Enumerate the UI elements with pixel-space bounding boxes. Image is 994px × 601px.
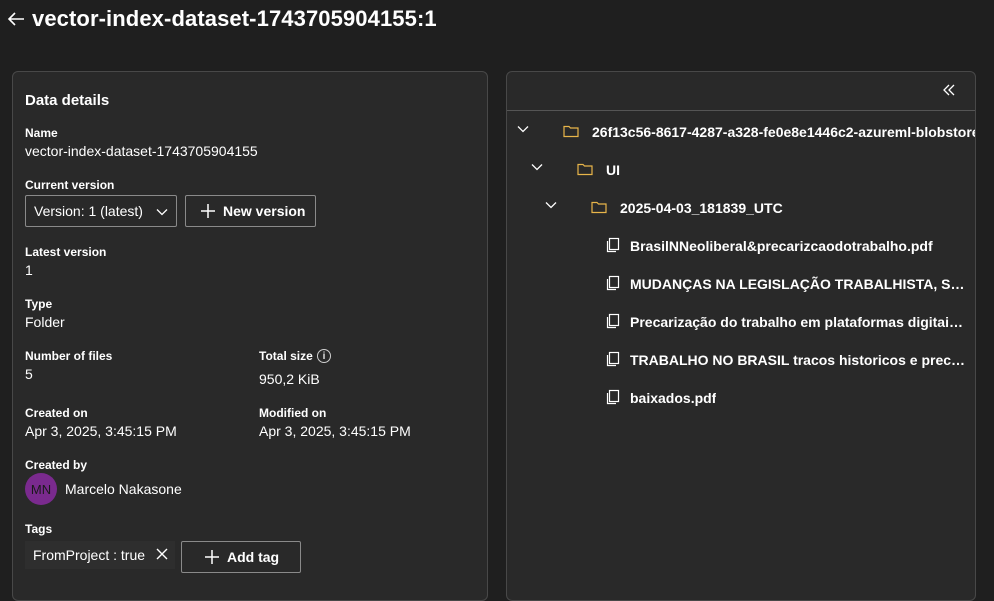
add-tag-label: Add tag	[227, 549, 280, 565]
tree-file-item[interactable]: BrasilNNeoliberal&precarizcaodotrabalho.…	[630, 238, 933, 254]
close-icon[interactable]	[155, 547, 169, 561]
new-version-button[interactable]: New version	[185, 195, 316, 227]
back-button[interactable]	[6, 9, 26, 29]
tree-file-item[interactable]: TRABALHO NO BRASIL tracos historicos e p…	[630, 352, 967, 368]
modified-on-value: Apr 3, 2025, 3:45:15 PM	[259, 423, 411, 439]
add-tag-button[interactable]: Add tag	[181, 541, 301, 573]
folder-icon	[591, 201, 607, 214]
latest-version-label: Latest version	[25, 245, 107, 259]
number-of-files-value: 5	[25, 366, 33, 382]
file-copy-icon	[606, 275, 620, 291]
data-details-panel: Data details Name vector-index-dataset-1…	[12, 71, 488, 601]
tree-folder-date[interactable]: 2025-04-03_181839_UTC	[620, 200, 783, 216]
chevron-down-icon[interactable]	[544, 198, 558, 212]
folder-icon	[577, 163, 593, 176]
chevron-down-icon[interactable]	[516, 122, 530, 136]
tree-root-folder[interactable]: 26f13c56-8617-4287-a328-fe0e8e1446c2-azu…	[592, 124, 975, 140]
created-by-name: Marcelo Nakasone	[65, 481, 182, 497]
version-dropdown-value: Version: 1 (latest)	[34, 203, 143, 219]
new-version-label: New version	[223, 203, 306, 219]
file-copy-icon	[606, 237, 620, 253]
tree-file-item[interactable]: baixados.pdf	[630, 390, 716, 406]
tag-text: FromProject : true	[33, 547, 146, 563]
file-copy-icon	[606, 313, 620, 329]
plus-icon	[204, 549, 220, 565]
page-title: vector-index-dataset-1743705904155:1	[32, 6, 437, 31]
chevron-down-icon	[156, 209, 168, 216]
total-size-value: 950,2 KiB	[259, 371, 320, 387]
avatar: MN	[25, 473, 57, 505]
version-dropdown[interactable]: Version: 1 (latest)	[25, 195, 177, 227]
created-on-value: Apr 3, 2025, 3:45:15 PM	[25, 423, 177, 439]
section-title: Data details	[25, 92, 110, 109]
type-value: Folder	[25, 314, 65, 330]
modified-on-label: Modified on	[259, 406, 327, 420]
tag-chip: FromProject : true	[25, 541, 175, 569]
double-chevron-left-icon[interactable]	[941, 82, 957, 98]
plus-icon	[200, 203, 216, 219]
tags-label: Tags	[25, 522, 53, 536]
created-on-label: Created on	[25, 406, 88, 420]
tree-folder-ui[interactable]: UI	[606, 162, 620, 178]
created-by-label: Created by	[25, 458, 88, 472]
file-tree-panel: 26f13c56-8617-4287-a328-fe0e8e1446c2-azu…	[506, 71, 976, 601]
current-version-label: Current version	[25, 178, 115, 192]
latest-version-value: 1	[25, 262, 33, 278]
chevron-down-icon[interactable]	[530, 160, 544, 174]
number-of-files-label: Number of files	[25, 349, 113, 363]
file-copy-icon	[606, 351, 620, 367]
divider	[507, 110, 975, 111]
tree-file-item[interactable]: MUDANÇAS NA LEGISLAÇÃO TRABALHISTA, SIND…	[630, 276, 967, 292]
tree-file-item[interactable]: Precarização do trabalho em plataformas …	[630, 314, 970, 330]
type-label: Type	[25, 297, 53, 311]
folder-icon	[563, 125, 579, 138]
back-arrow-icon	[7, 12, 24, 26]
name-value: vector-index-dataset-1743705904155	[25, 143, 258, 159]
total-size-label: Total size	[259, 349, 313, 363]
name-label: Name	[25, 126, 58, 140]
file-copy-icon	[606, 389, 620, 405]
info-icon[interactable]: i	[317, 349, 331, 363]
